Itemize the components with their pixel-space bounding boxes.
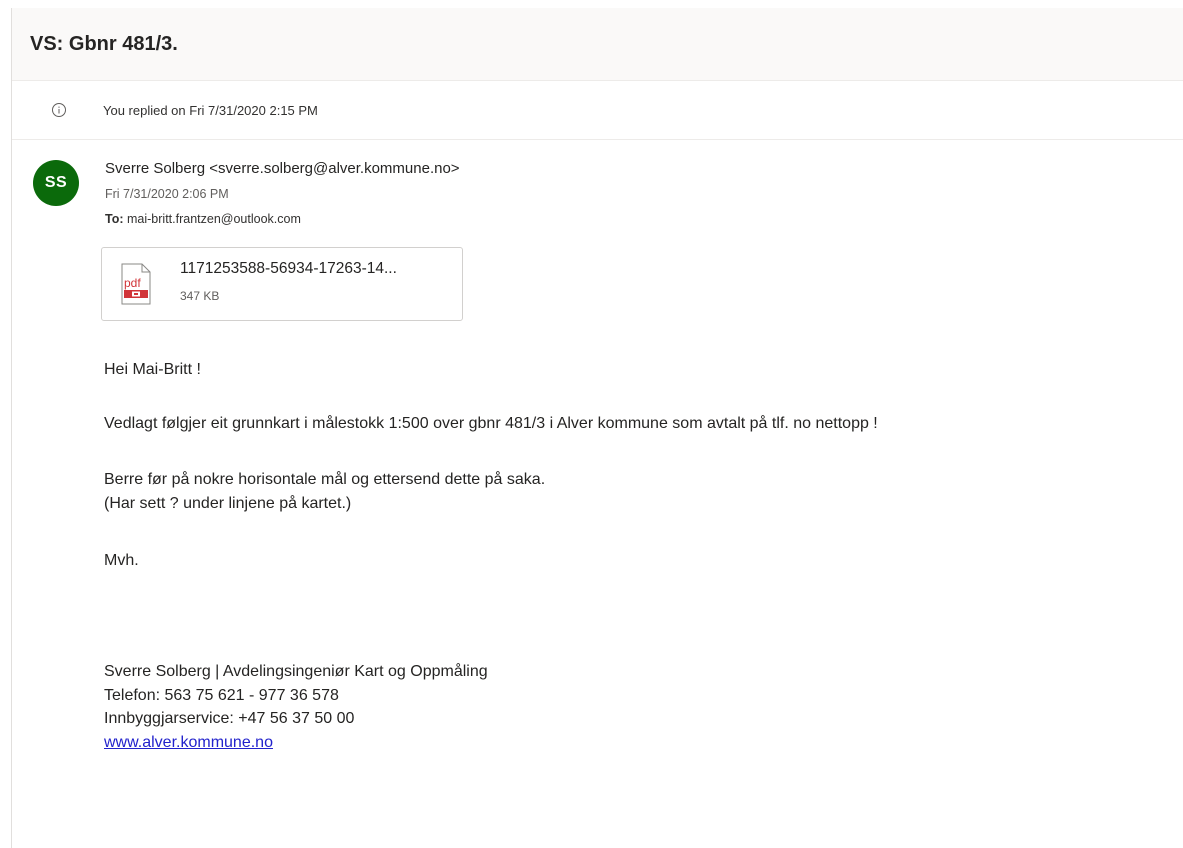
sent-date: Fri 7/31/2020 2:06 PM — [105, 187, 229, 201]
sender-avatar[interactable]: SS — [33, 160, 79, 206]
info-icon — [52, 103, 66, 117]
reply-info-bar: You replied on Fri 7/31/2020 2:15 PM — [12, 81, 1183, 140]
to-label: To: — [105, 212, 124, 226]
attachment-name[interactable]: 1171253588-56934-17263-14... — [180, 260, 397, 278]
recipients-line: To: mai-britt.frantzen@outlook.com — [105, 212, 301, 226]
email-subject: VS: Gbnr 481/3. — [30, 32, 178, 55]
pdf-icon-label: pdf — [124, 276, 141, 290]
website-link[interactable]: www.alver.kommune.no — [104, 734, 273, 751]
recipient-address[interactable]: mai-britt.frantzen@outlook.com — [127, 212, 301, 226]
pdf-file-icon: pdf — [121, 263, 151, 305]
body-line: (Har sett ? under linjene på kartet.) — [104, 495, 352, 512]
body-closing: Mvh. — [104, 552, 139, 569]
attachment-card[interactable]: pdf 1171253588-56934-17263-14... 347 KB — [101, 247, 463, 321]
subject-bar: VS: Gbnr 481/3. — [12, 8, 1183, 81]
signature-name-title: Sverre Solberg | Avdelingsingeniør Kart … — [104, 663, 488, 680]
reply-info-text: You replied on Fri 7/31/2020 2:15 PM — [103, 102, 318, 118]
signature-website-link-row: www.alver.kommune.no — [104, 731, 273, 754]
signature-phone: Telefon: 563 75 621 - 977 36 578 — [104, 687, 339, 704]
body-line: Berre før på nokre horisontale mål og et… — [104, 471, 546, 488]
reading-pane: VS: Gbnr 481/3. You replied on Fri 7/31/… — [11, 8, 1183, 848]
body-greeting: Hei Mai-Britt ! — [104, 361, 201, 378]
body-paragraph: Vedlagt følgjer eit grunnkart i målestok… — [104, 415, 878, 432]
signature-service: Innbyggjarservice: +47 56 37 50 00 — [104, 710, 355, 727]
sender-name[interactable]: Sverre Solberg <sverre.solberg@alver.kom… — [105, 160, 460, 177]
attachment-size: 347 KB — [180, 289, 220, 303]
